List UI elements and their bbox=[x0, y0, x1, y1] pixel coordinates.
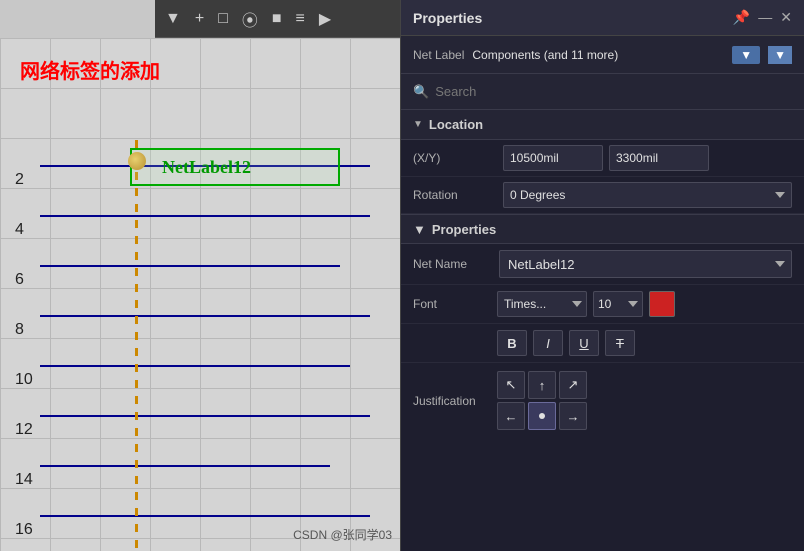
filter-value: Components (and 11 more) bbox=[472, 48, 724, 62]
panel-header: Properties 📌 — ✕ bbox=[401, 0, 804, 36]
xy-row: (X/Y) bbox=[401, 140, 804, 177]
xy-label: (X/Y) bbox=[413, 151, 503, 165]
watermark: CSDN @张同学03 bbox=[293, 526, 392, 543]
justification-label: Justification bbox=[413, 394, 491, 408]
format-row: B I U T bbox=[401, 324, 804, 363]
justify-mid-center[interactable] bbox=[528, 402, 556, 430]
toolbar-menu-icon[interactable]: ≡ bbox=[292, 8, 309, 30]
toolbar-lines-icon[interactable]: ⦿ bbox=[238, 5, 262, 33]
justify-top-left[interactable]: ↖ bbox=[497, 371, 525, 399]
font-label: Font bbox=[413, 297, 491, 311]
filter-funnel-icon: ▼ bbox=[740, 48, 752, 62]
row-num-4: 4 bbox=[15, 205, 33, 255]
row-num-2: 2 bbox=[15, 155, 33, 205]
filter-row: Net Label Components (and 11 more) ▼ ▼ bbox=[401, 36, 804, 74]
justify-top-center[interactable]: ↑ bbox=[528, 371, 556, 399]
row-num-6: 6 bbox=[15, 255, 33, 305]
properties-panel: Properties 📌 — ✕ Net Label Components (a… bbox=[400, 0, 804, 551]
properties-section-label: Properties bbox=[432, 222, 496, 237]
chinese-label: 网络标签的添加 bbox=[20, 55, 160, 84]
horizontal-lines bbox=[0, 140, 400, 540]
close-icon[interactable]: ✕ bbox=[780, 9, 792, 26]
toolbar-arrow-icon[interactable]: ▶ bbox=[315, 7, 335, 31]
row-num-12: 12 bbox=[15, 405, 33, 455]
properties-section-header: ▼ Properties bbox=[401, 214, 804, 244]
location-section-label: Location bbox=[429, 117, 483, 132]
net-name-label: Net Name bbox=[413, 257, 491, 271]
x-input[interactable] bbox=[503, 145, 603, 171]
filter-funnel-button[interactable]: ▼ bbox=[732, 46, 760, 64]
search-row: 🔍 bbox=[401, 74, 804, 110]
rotation-inputs: 0 Degrees 90 Degrees 180 Degrees 270 Deg… bbox=[503, 182, 792, 208]
toolbar-box-icon[interactable]: □ bbox=[214, 8, 232, 30]
panel-title: Properties bbox=[413, 10, 482, 26]
italic-button[interactable]: I bbox=[533, 330, 563, 356]
row-num-8: 8 bbox=[15, 305, 33, 355]
row-num-16: 16 bbox=[15, 505, 33, 551]
strikethrough-button[interactable]: T bbox=[605, 330, 635, 356]
underline-button[interactable]: U bbox=[569, 330, 599, 356]
toolbar: ▼ + □ ⦿ ■ ≡ ▶ bbox=[155, 0, 400, 38]
font-select[interactable]: Times... bbox=[497, 291, 587, 317]
search-icon: 🔍 bbox=[413, 84, 429, 100]
row-num-10: 10 bbox=[15, 355, 33, 405]
xy-inputs bbox=[503, 145, 792, 171]
justify-mid-right[interactable]: → bbox=[559, 402, 587, 430]
color-swatch[interactable] bbox=[649, 291, 675, 317]
row-numbers: 2 4 6 8 10 12 14 16 bbox=[15, 155, 33, 551]
cursor-indicator bbox=[128, 152, 146, 170]
justify-center-dot bbox=[539, 413, 545, 419]
justify-mid-left[interactable]: ← bbox=[497, 402, 525, 430]
font-size-select[interactable]: 10 8 12 14 bbox=[593, 291, 643, 317]
net-name-row: Net Name NetLabel12 bbox=[401, 244, 804, 285]
net-name-select[interactable]: NetLabel12 bbox=[499, 250, 792, 278]
netlabel-box[interactable]: NetLabel12 bbox=[130, 148, 340, 186]
justify-top-right[interactable]: ↗ bbox=[559, 371, 587, 399]
properties-collapse-icon[interactable]: ▼ bbox=[413, 222, 426, 237]
search-input[interactable] bbox=[435, 84, 792, 99]
panel-header-icons: 📌 — ✕ bbox=[733, 9, 792, 26]
canvas-area: ▼ + □ ⦿ ■ ≡ ▶ 网络标签的添加 2 4 6 8 10 12 14 1… bbox=[0, 0, 400, 551]
filter-arrow-button[interactable]: ▼ bbox=[768, 46, 792, 64]
bold-button[interactable]: B bbox=[497, 330, 527, 356]
filter-label: Net Label bbox=[413, 48, 464, 62]
toolbar-add-icon[interactable]: + bbox=[191, 8, 208, 30]
netlabel-text: NetLabel12 bbox=[162, 157, 251, 178]
pin-icon[interactable]: 📌 bbox=[733, 9, 750, 26]
toolbar-square-icon[interactable]: ■ bbox=[268, 8, 286, 30]
row-num-14: 14 bbox=[15, 455, 33, 505]
rotation-select[interactable]: 0 Degrees 90 Degrees 180 Degrees 270 Deg… bbox=[503, 182, 792, 208]
panel-content: ▼ Location (X/Y) Rotation 0 Degrees 90 D… bbox=[401, 110, 804, 551]
rotation-label: Rotation bbox=[413, 188, 503, 202]
font-row: Font Times... 10 8 12 14 bbox=[401, 285, 804, 324]
justification-row: Justification ↖ ↑ ↗ ← → bbox=[401, 363, 804, 438]
location-section-header: ▼ Location bbox=[401, 110, 804, 140]
vertical-dashed-line bbox=[135, 140, 138, 551]
location-collapse-icon[interactable]: ▼ bbox=[413, 119, 423, 130]
justification-grid: ↖ ↑ ↗ ← → bbox=[497, 371, 587, 430]
rotation-row: Rotation 0 Degrees 90 Degrees 180 Degree… bbox=[401, 177, 804, 214]
minimize-icon[interactable]: — bbox=[758, 9, 772, 26]
y-input[interactable] bbox=[609, 145, 709, 171]
toolbar-filter-icon[interactable]: ▼ bbox=[161, 8, 185, 30]
